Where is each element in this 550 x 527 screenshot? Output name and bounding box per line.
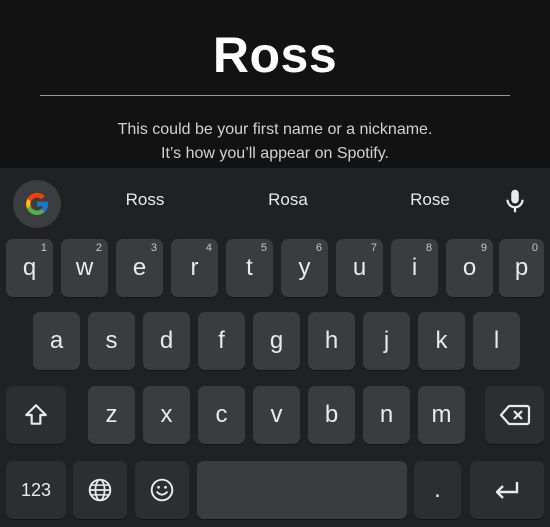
enter-arrow-icon xyxy=(495,482,519,499)
key-label: r xyxy=(190,254,199,281)
display-name-screen: Ross This could be your first name or a … xyxy=(0,0,550,168)
key-y[interactable]: y 6 xyxy=(281,239,328,297)
key-p[interactable]: p 0 xyxy=(499,239,544,297)
key-j[interactable]: j xyxy=(363,312,410,370)
key-label: e xyxy=(132,254,147,281)
key-label: u xyxy=(352,254,367,281)
key-label: o xyxy=(462,254,477,281)
language-key[interactable] xyxy=(73,461,127,519)
enter-key[interactable] xyxy=(470,461,544,519)
key-label: i xyxy=(411,254,418,281)
key-hint: 2 xyxy=(95,242,102,254)
key-c[interactable]: c xyxy=(198,386,245,444)
key-label: p xyxy=(514,254,529,281)
period-key[interactable]: . xyxy=(414,461,461,519)
key-i[interactable]: i 8 xyxy=(391,239,438,297)
key-q[interactable]: q 1 xyxy=(6,239,53,297)
key-hint: 7 xyxy=(370,242,377,254)
suggestion-3[interactable]: Rose xyxy=(380,190,480,210)
key-s[interactable]: s xyxy=(88,312,135,370)
input-underline xyxy=(40,95,510,96)
emoji-key[interactable] xyxy=(135,461,189,519)
key-l[interactable]: l xyxy=(473,312,520,370)
backspace-key[interactable] xyxy=(485,386,544,444)
key-h[interactable]: h xyxy=(308,312,355,370)
key-o[interactable]: o 9 xyxy=(446,239,493,297)
key-t[interactable]: t 5 xyxy=(226,239,273,297)
key-f[interactable]: f xyxy=(198,312,245,370)
key-a[interactable]: a xyxy=(33,312,80,370)
key-x[interactable]: x xyxy=(143,386,190,444)
key-m[interactable]: m xyxy=(418,386,465,444)
microphone-icon[interactable] xyxy=(500,186,530,216)
key-hint: 4 xyxy=(205,242,212,254)
key-v[interactable]: v xyxy=(253,386,300,444)
globe-icon xyxy=(88,478,112,502)
helper-text-line-2: It’s how you’ll appear on Spotify. xyxy=(161,145,389,162)
key-u[interactable]: u 7 xyxy=(336,239,383,297)
emoji-icon xyxy=(150,478,174,502)
key-hint: 3 xyxy=(150,242,157,254)
shift-key[interactable] xyxy=(6,386,66,444)
helper-text-line-1: This could be your first name or a nickn… xyxy=(117,121,433,138)
key-hint: 9 xyxy=(480,242,487,254)
key-d[interactable]: d xyxy=(143,312,190,370)
key-hint: 6 xyxy=(315,242,322,254)
shift-arrow-icon xyxy=(25,404,47,425)
space-key[interactable] xyxy=(197,461,407,519)
key-label: t xyxy=(246,254,253,281)
key-label: w xyxy=(75,254,94,281)
key-hint: 5 xyxy=(260,242,267,254)
key-hint: 0 xyxy=(531,242,538,254)
key-g[interactable]: g xyxy=(253,312,300,370)
key-label: y xyxy=(298,254,311,281)
google-g-icon[interactable] xyxy=(13,180,61,228)
key-label: q xyxy=(22,254,37,281)
symbols-key[interactable]: 123 xyxy=(6,461,66,519)
key-n[interactable]: n xyxy=(363,386,410,444)
key-b[interactable]: b xyxy=(308,386,355,444)
suggestion-bar: Ross Rosa Rose xyxy=(0,168,550,234)
display-name-input[interactable]: Ross xyxy=(0,26,550,84)
key-z[interactable]: z xyxy=(88,386,135,444)
key-e[interactable]: e 3 xyxy=(116,239,163,297)
key-r[interactable]: r 4 xyxy=(171,239,218,297)
suggestion-1[interactable]: Ross xyxy=(95,190,195,210)
key-w[interactable]: w 2 xyxy=(61,239,108,297)
suggestion-2[interactable]: Rosa xyxy=(238,190,338,210)
key-hint: 8 xyxy=(425,242,432,254)
key-k[interactable]: k xyxy=(418,312,465,370)
backspace-icon xyxy=(499,404,530,426)
on-screen-keyboard: Ross Rosa Rose q 1 w 2 e 3 r 4 t 5 y 6 u xyxy=(0,168,550,527)
key-hint: 1 xyxy=(40,242,47,254)
